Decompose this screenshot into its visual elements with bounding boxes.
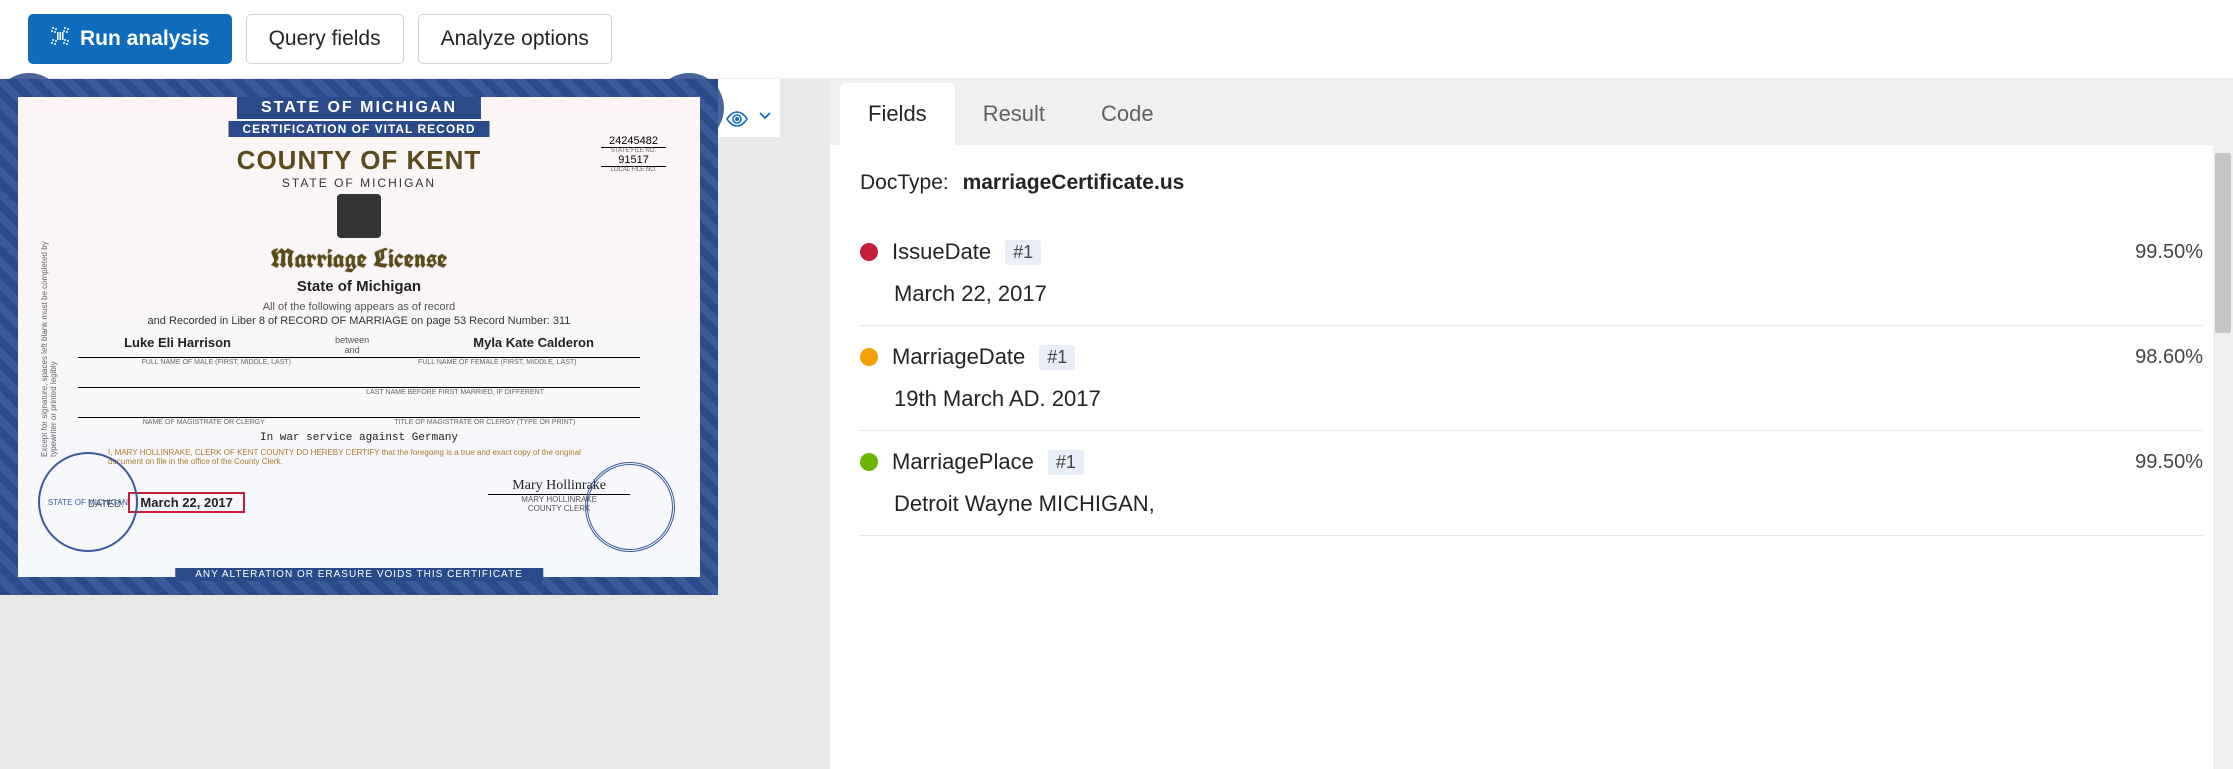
field-item[interactable]: MarriageDate #1 98.60% 19th March AD. 2017	[860, 326, 2203, 431]
war-service-line: In war service against Germany	[78, 432, 640, 444]
female-name: Myla Kate Calderon	[473, 335, 594, 355]
ribbon-subtitle: CERTIFICATION OF VITAL RECORD	[229, 121, 490, 137]
toolbar: Run analysis Query fields Analyze option…	[0, 0, 2233, 79]
analysis-icon	[50, 26, 70, 52]
tab-result[interactable]: Result	[955, 83, 1073, 145]
tabs: Fields Result Code	[830, 79, 2233, 145]
chevron-down-icon[interactable]	[757, 107, 773, 128]
state-seal-icon: STATE OF MICHIGAN	[38, 452, 138, 552]
magistrate-labels: NAME OF MAGISTRATE OR CLERGY TITLE OF MA…	[78, 419, 640, 426]
state-small: STATE OF MICHIGAN	[78, 176, 640, 190]
analyze-options-button[interactable]: Analyze options	[418, 14, 612, 64]
side-instructions: Except for signature, spaces left blank …	[40, 217, 52, 457]
license-title: Marriage License	[78, 242, 640, 276]
view-controls	[718, 79, 780, 137]
tab-fields[interactable]: Fields	[840, 83, 955, 145]
document-preview-pane: STATE OF MICHIGAN CERTIFICATION OF VITAL…	[0, 79, 830, 769]
doctype-row: DocType: marriageCertificate.us	[860, 171, 2203, 195]
field-value: 19th March AD. 2017	[894, 386, 2203, 412]
blank-line	[78, 376, 640, 388]
tab-code[interactable]: Code	[1073, 83, 1182, 145]
fields-panel: DocType: marriageCertificate.us IssueDat…	[830, 145, 2233, 769]
doctype-label: DocType:	[860, 171, 949, 194]
lastname-label: LAST NAME BEFORE FIRST MARRIED, IF DIFFE…	[78, 389, 640, 396]
blank-line	[78, 406, 640, 418]
field-value: Detroit Wayne MICHIGAN,	[894, 491, 2203, 517]
field-badge: #1	[1048, 450, 1084, 475]
field-item[interactable]: MarriagePlace #1 99.50% Detroit Wayne MICHI…	[860, 431, 2203, 536]
between-label: betweenand	[323, 335, 381, 355]
field-confidence: 98.60%	[2135, 346, 2203, 369]
doctype-value: marriageCertificate.us	[963, 171, 1185, 194]
field-name: MarriagePlace	[892, 449, 1034, 475]
record-text: All of the following appears as of recor…	[78, 301, 640, 313]
state-mid: State of Michigan	[78, 278, 640, 295]
field-name: IssueDate	[892, 239, 991, 265]
field-color-dot	[860, 453, 878, 471]
field-confidence: 99.50%	[2135, 451, 2203, 474]
certificate-body: COUNTY OF KENT STATE OF MICHIGAN Marriag…	[78, 145, 640, 513]
field-color-dot	[860, 348, 878, 366]
main-area: STATE OF MICHIGAN CERTIFICATION OF VITAL…	[0, 79, 2233, 769]
field-item[interactable]: IssueDate #1 99.50% March 22, 2017	[860, 221, 2203, 326]
ribbon-bottom: ANY ALTERATION OR ERASURE VOIDS THIS CER…	[175, 568, 543, 581]
field-value: March 22, 2017	[894, 281, 2203, 307]
run-label: Run analysis	[80, 27, 210, 51]
scrollbar[interactable]	[2213, 79, 2233, 769]
certify-text: I, MARY HOLLINRAKE, CLERK OF KENT COUNTY…	[108, 448, 610, 466]
court-seal-icon	[585, 462, 675, 552]
fields-list: IssueDate #1 99.50% March 22, 2017 MarriageD…	[860, 221, 2203, 536]
issue-date-highlight: March 22, 2017	[128, 492, 245, 513]
field-badge: #1	[1005, 240, 1041, 265]
field-color-dot	[860, 243, 878, 261]
signature-area: DATED: March 22, 2017 Mary Hollinrake MA…	[78, 478, 640, 513]
scroll-thumb[interactable]	[2215, 153, 2231, 333]
record-line: and Recorded in Liber 8 of RECORD OF MAR…	[78, 315, 640, 327]
names-row: Luke Eli Harrison betweenand Myla Kate C…	[78, 335, 640, 358]
results-pane: Fields Result Code DocType: marriageCert…	[830, 79, 2233, 769]
male-name: Luke Eli Harrison	[124, 335, 231, 355]
state-crest-icon	[337, 194, 381, 238]
visibility-icon[interactable]	[725, 107, 749, 137]
field-name: MarriageDate	[892, 344, 1025, 370]
field-confidence: 99.50%	[2135, 241, 2203, 264]
name-sublabels: FULL NAME OF MALE (FIRST, MIDDLE, LAST) …	[78, 359, 640, 366]
run-analysis-button[interactable]: Run analysis	[28, 14, 232, 64]
county-title: COUNTY OF KENT	[78, 145, 640, 176]
query-fields-button[interactable]: Query fields	[246, 14, 404, 64]
ribbon-top: STATE OF MICHIGAN	[237, 97, 481, 119]
certificate-image[interactable]: STATE OF MICHIGAN CERTIFICATION OF VITAL…	[0, 79, 718, 595]
field-badge: #1	[1039, 345, 1075, 370]
